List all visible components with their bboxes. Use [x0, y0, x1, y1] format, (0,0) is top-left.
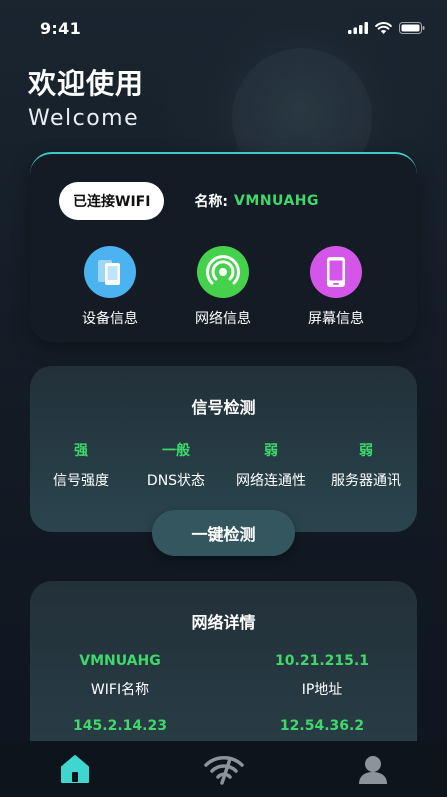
tab-network[interactable] — [194, 741, 254, 797]
details-title: 网络详情 — [191, 613, 256, 632]
detail-value: VMNUAHG — [79, 653, 161, 669]
device-icon — [84, 246, 136, 298]
greeting-subtitle: Welcome — [28, 106, 140, 131]
detail-ip-address: 10.21.215.1 IP地址 — [242, 653, 402, 699]
metric-value: 强 — [74, 443, 88, 459]
status-icons — [348, 22, 425, 34]
wifi-status-icon — [375, 22, 392, 34]
metric-value: 一般 — [162, 443, 190, 459]
greeting: 欢迎使用 Welcome — [28, 62, 144, 131]
signal-icon — [197, 246, 249, 298]
metric-label: 信号强度 — [53, 473, 109, 489]
network-info-label: 网络信息 — [195, 311, 251, 327]
metric-dns-status: 一般 DNS状态 — [128, 440, 224, 490]
greeting-title: 欢迎使用 — [28, 67, 145, 100]
wifi-slash-icon — [203, 756, 244, 785]
battery-icon — [399, 22, 425, 34]
wifi-name-value: VMNUAHG — [234, 193, 320, 209]
device-info-button[interactable]: 设备信息 — [65, 246, 155, 328]
metric-server-comm: 弱 服务器通讯 — [318, 440, 414, 490]
screen-info-label: 屏幕信息 — [308, 311, 364, 327]
metric-label: DNS状态 — [146, 473, 206, 489]
metric-value: 弱 — [264, 443, 278, 459]
detail-value: 10.21.215.1 — [275, 653, 369, 669]
status-bar: 9:41 — [0, 0, 447, 56]
detail-wifi-name: VMNUAHG WIFI名称 — [40, 653, 200, 699]
phone-icon — [310, 246, 362, 298]
wifi-card: 已连接WIFI 名称: VMNUAHG 设备信息 网络信息 屏幕信息 — [30, 152, 417, 342]
detail-value: 12.54.36.2 — [279, 718, 365, 734]
metric-value: 弱 — [359, 443, 373, 459]
wifi-status-pill[interactable]: 已连接WIFI — [59, 182, 165, 220]
cellular-icon — [348, 22, 368, 34]
detail-item-3: 145.2.14.23 — [40, 718, 200, 734]
screen-info-button[interactable]: 屏幕信息 — [291, 246, 381, 328]
status-time: 9:41 — [40, 18, 81, 38]
network-info-button[interactable]: 网络信息 — [178, 246, 268, 328]
detail-item-4: 12.54.36.2 — [242, 718, 402, 734]
detail-label: WIFI名称 — [90, 682, 150, 698]
tab-profile[interactable] — [343, 741, 403, 797]
home-icon — [60, 755, 89, 783]
metric-signal-strength: 强 信号强度 — [33, 440, 129, 490]
signal-card: 信号检测 强 信号强度 一般 DNS状态 弱 网络连通性 弱 服务器通讯 — [30, 366, 417, 532]
tab-home[interactable] — [45, 741, 105, 797]
detail-value: 145.2.14.23 — [73, 718, 167, 734]
tab-bar — [0, 741, 447, 797]
metric-label: 服务器通讯 — [331, 473, 401, 489]
wifi-status-row: 已连接WIFI 名称: VMNUAHG — [59, 182, 319, 220]
one-click-check-button[interactable]: 一键检测 — [152, 510, 295, 556]
user-icon — [358, 756, 387, 784]
device-info-label: 设备信息 — [82, 311, 138, 327]
metric-connectivity: 弱 网络连通性 — [223, 440, 319, 490]
wifi-name-label: 名称: — [194, 194, 229, 210]
metric-label: 网络连通性 — [236, 473, 306, 489]
signal-title: 信号检测 — [191, 398, 256, 417]
detail-label: IP地址 — [301, 682, 343, 698]
